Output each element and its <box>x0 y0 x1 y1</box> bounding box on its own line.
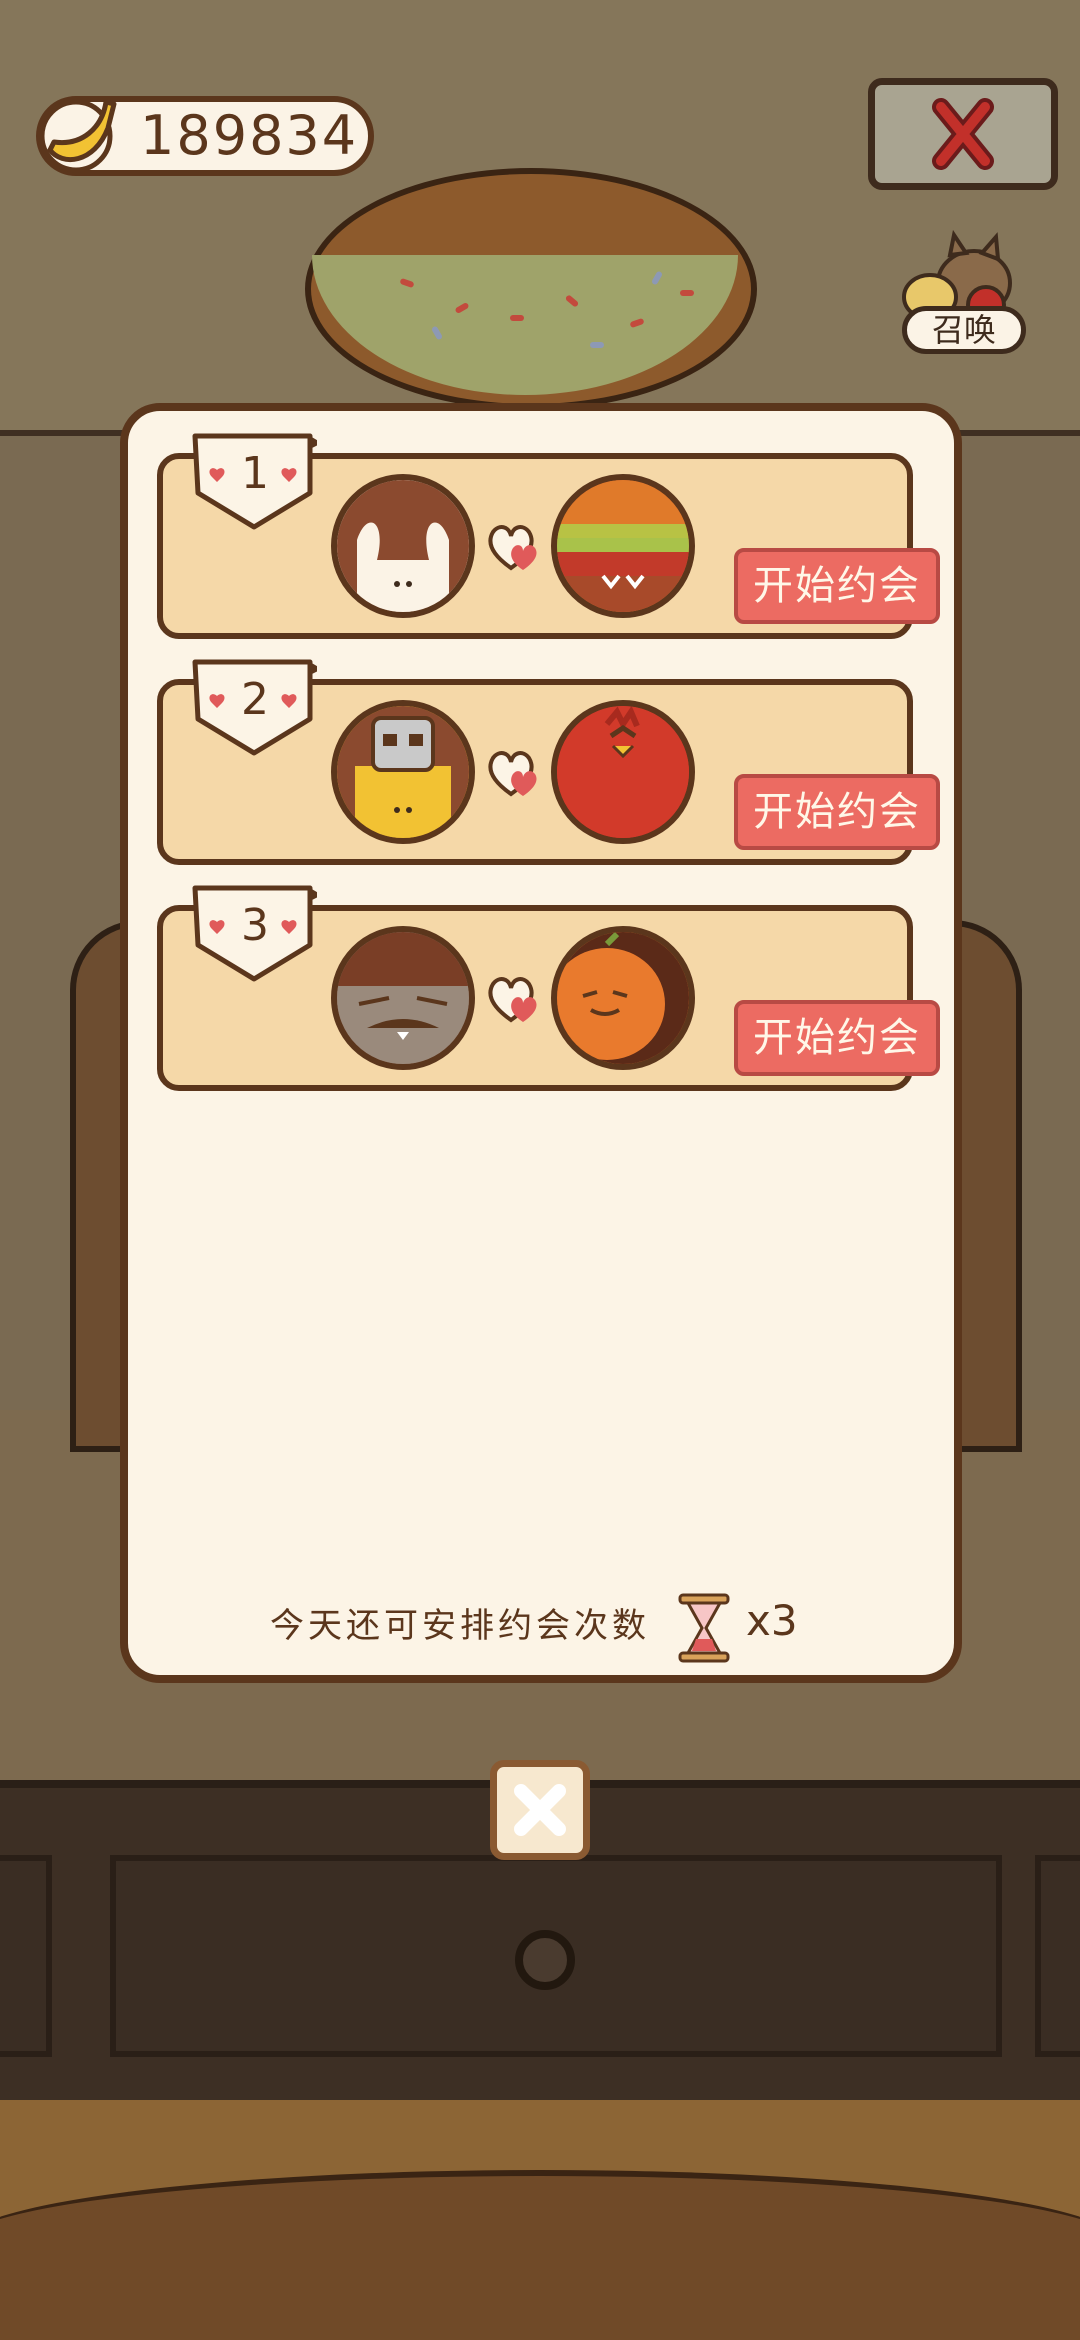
rank-number: 1 <box>241 448 269 499</box>
gray-raccoon-cat-icon <box>337 932 469 1064</box>
summon-button[interactable]: 召唤 <box>902 306 1026 354</box>
start-date-button[interactable]: 开始约会 <box>734 548 940 624</box>
start-date-button[interactable]: 开始约会 <box>734 1000 940 1076</box>
love-heart-icon <box>488 977 537 1023</box>
remaining-dates-count: x3 <box>746 1596 798 1645</box>
close-icon <box>932 98 994 170</box>
background-drawer <box>1035 1855 1080 2057</box>
background-rug <box>0 2170 1080 2340</box>
remaining-dates-label: 今天还可安排约会次数 <box>270 1606 650 1646</box>
sprinkle <box>510 315 524 321</box>
red-bird-icon <box>557 706 689 838</box>
banana-icon <box>39 99 117 173</box>
background-drawer <box>0 1855 52 2057</box>
close-button[interactable] <box>868 78 1058 190</box>
white-bunny-cat-icon <box>337 480 469 612</box>
love-heart-icon <box>488 525 537 571</box>
rank-number: 3 <box>241 900 269 951</box>
sprinkle <box>680 290 694 296</box>
character-avatar-right[interactable] <box>551 474 695 618</box>
burger-creature-icon <box>557 480 689 612</box>
rank-number: 2 <box>241 674 269 725</box>
drawer-knob <box>515 1930 575 1990</box>
robot-yellow-cat-icon <box>337 706 469 838</box>
orange-pumpkin-icon <box>557 932 689 1064</box>
character-avatar-right[interactable] <box>551 926 695 1070</box>
character-avatar-left[interactable] <box>331 700 475 844</box>
close-icon <box>514 1784 566 1836</box>
character-avatar-left[interactable] <box>331 474 475 618</box>
character-avatar-left[interactable] <box>331 926 475 1070</box>
start-date-button[interactable]: 开始约会 <box>734 774 940 850</box>
love-heart-icon <box>488 751 537 797</box>
coin-value: 189834 <box>140 104 359 167</box>
character-avatar-right[interactable] <box>551 700 695 844</box>
panel-close-button[interactable] <box>490 1760 590 1860</box>
sprinkle <box>590 342 604 348</box>
hourglass-icon <box>678 1593 730 1663</box>
